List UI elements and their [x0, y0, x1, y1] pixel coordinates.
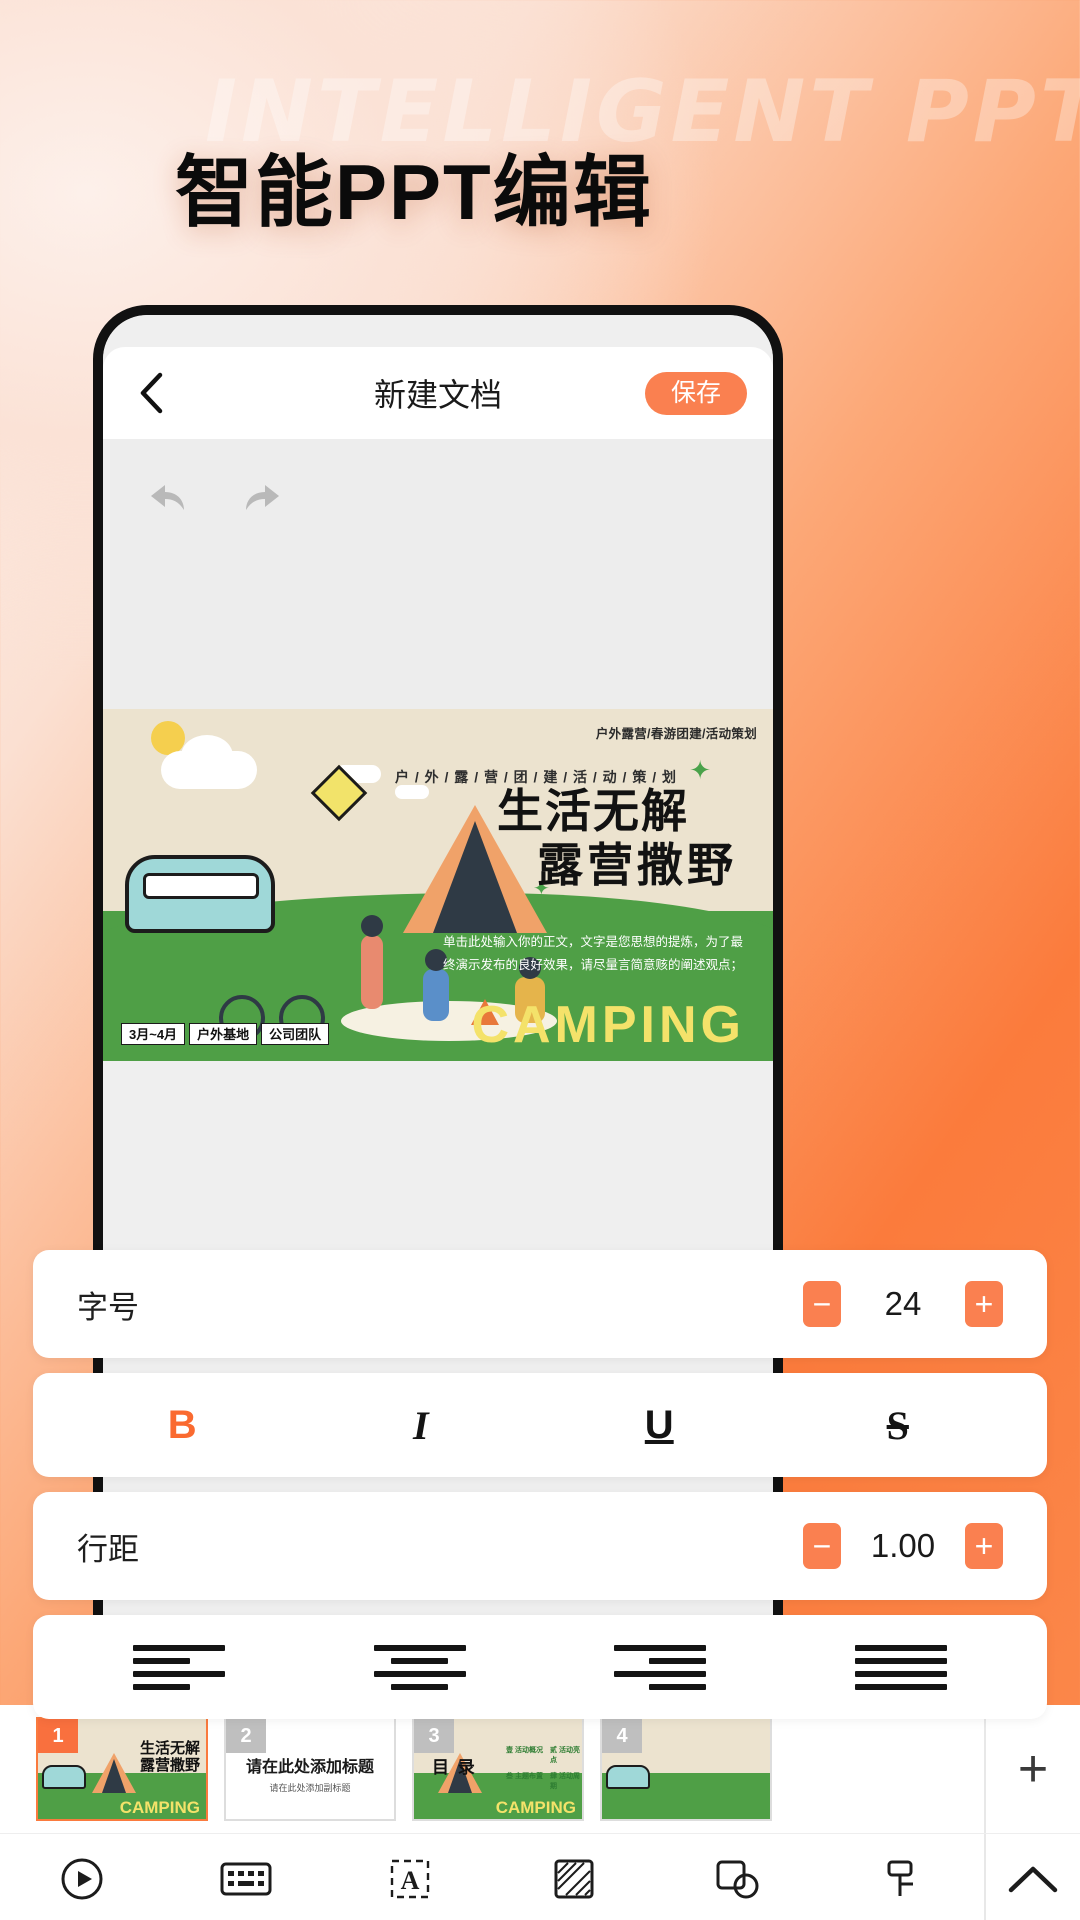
- slide-tag-label: 户外基地: [197, 1027, 250, 1042]
- thumb-tent-door: [102, 1759, 126, 1793]
- tab-keyboard[interactable]: [164, 1860, 328, 1898]
- tab-collapse[interactable]: [984, 1834, 1080, 1920]
- bottom-tab-bar: A: [0, 1833, 1080, 1920]
- chevron-up-icon: [1008, 1866, 1058, 1892]
- slide-subtitle: 户 / 外 / 露 / 营 / 团 / 建 / 活 / 动 / 策 / 划: [394, 769, 677, 785]
- thumbnail-slide-1[interactable]: 生活无解 露营撒野 CAMPING 1: [36, 1717, 208, 1821]
- align-justify-button[interactable]: [854, 1644, 947, 1690]
- font-size-value[interactable]: 24: [841, 1285, 965, 1323]
- thumbnail-slide-3[interactable]: 目 录 壹 活动概况 贰 活动亮点 叁 主题布置 肆 活动周期 CAMPING …: [412, 1717, 584, 1821]
- play-circle-icon: [61, 1858, 103, 1899]
- line-spacing-stepper: − 1.00 +: [803, 1523, 1003, 1569]
- slide-body-text[interactable]: 单击此处输入你的正文，文字是您思想的提炼，为了最终演示发布的良好效果，请尽量言简…: [443, 931, 743, 977]
- line-spacing-decrease-button[interactable]: −: [803, 1523, 841, 1569]
- shape-icon: [716, 1860, 759, 1898]
- thumb-subtitle: 请在此处添加副标题: [269, 1783, 351, 1793]
- thumb-caravan-icon: [606, 1765, 650, 1789]
- thumbnail-slide-4[interactable]: 4: [600, 1717, 772, 1821]
- svg-text:A: A: [401, 1866, 420, 1895]
- thumbnail-number: 4: [602, 1719, 642, 1753]
- sun-icon: [151, 721, 185, 755]
- text-style-row: B I U S: [33, 1373, 1047, 1477]
- tab-play[interactable]: [0, 1856, 164, 1902]
- cloud-icon: [161, 751, 257, 789]
- bold-button[interactable]: B: [134, 1403, 230, 1448]
- thumb-title: 请在此处添加标题: [245, 1759, 374, 1776]
- font-size-label: 字号: [77, 1289, 139, 1325]
- thumb-catalog-item: 壹 活动概况: [506, 1747, 543, 1754]
- font-size-increase-button[interactable]: +: [965, 1281, 1003, 1327]
- tab-background[interactable]: [492, 1856, 656, 1902]
- undo-arrow-icon[interactable]: [141, 476, 189, 524]
- thumb-catalog-title: 目 录: [432, 1758, 477, 1777]
- italic-button[interactable]: I: [373, 1402, 469, 1449]
- thumb-catalog-item: 贰 活动亮点: [550, 1747, 580, 1764]
- line-spacing-value[interactable]: 1.00: [841, 1527, 965, 1565]
- alignment-row: [33, 1615, 1047, 1719]
- thumb-title: 生活无解 露营撒野: [139, 1740, 200, 1775]
- line-spacing-row: 行距 − 1.00 +: [33, 1492, 1047, 1600]
- back-button[interactable]: [129, 371, 173, 415]
- app-navbar: 新建文档 保存: [103, 347, 773, 439]
- person-head: [361, 915, 383, 937]
- slide-title-line2[interactable]: 露营撒野: [537, 840, 737, 891]
- align-right-button[interactable]: [614, 1644, 707, 1690]
- thumbnail-slide-2[interactable]: 请在此处添加标题 请在此处添加副标题 2: [224, 1717, 396, 1821]
- person-figure: [361, 935, 383, 1009]
- align-center-button[interactable]: [373, 1644, 466, 1690]
- edit-toolbar: [103, 439, 773, 561]
- slide-tagline: 户外露营/春游团建/活动策划: [595, 727, 757, 741]
- tab-text[interactable]: A: [328, 1856, 492, 1902]
- thumb-title-line1: 生活无解: [139, 1740, 200, 1757]
- slide-tag: 户外基地: [189, 1023, 258, 1045]
- slide-canvas[interactable]: ✦ ✦ 户外露营/春游团建/活动策划 户 / 外 / 露 / 营 / 团 / 建…: [103, 709, 773, 1061]
- slide-tag-group: 3月~4月 户外基地 公司团队: [121, 1023, 330, 1045]
- underline-button[interactable]: U: [611, 1403, 707, 1448]
- canvas-blank-area: [103, 561, 773, 709]
- font-size-stepper: − 24 +: [803, 1281, 1003, 1327]
- thumbnail-number: 1: [38, 1719, 78, 1753]
- chevron-left-icon: [140, 372, 163, 414]
- thumb-catalog-item: 肆 活动周期: [550, 1773, 580, 1790]
- font-size-decrease-button[interactable]: −: [803, 1281, 841, 1327]
- font-size-row: 字号 − 24 +: [33, 1250, 1047, 1358]
- tab-shape[interactable]: [656, 1856, 820, 1902]
- slide-tag: 公司团队: [261, 1023, 330, 1045]
- caravan-window: [143, 873, 259, 899]
- thumbnail-number: 2: [226, 1719, 266, 1753]
- thumb-caravan-icon: [42, 1765, 86, 1789]
- add-slide-button[interactable]: +: [984, 1705, 1080, 1833]
- slide-tag-label: 3月~4月: [129, 1027, 178, 1042]
- text-box-icon: A: [390, 1859, 430, 1898]
- keyboard-icon: [220, 1862, 272, 1895]
- align-left-button[interactable]: [133, 1644, 226, 1690]
- caravan-illustration: [125, 855, 275, 933]
- slide-camping-text: CAMPING: [471, 996, 745, 1054]
- promo-headline: 智能PPT编辑: [175, 148, 653, 236]
- slide-tag-label: 公司团队: [269, 1027, 322, 1042]
- strikethrough-button[interactable]: S: [850, 1402, 946, 1449]
- thumb-catalog-item: 叁 主题布置: [506, 1773, 543, 1780]
- hatch-square-icon: [554, 1859, 594, 1898]
- thumb-camping-text: CAMPING: [495, 1798, 576, 1817]
- thumb-title-line2: 露营撒野: [139, 1756, 200, 1774]
- tent-door: [433, 821, 517, 933]
- save-button[interactable]: 保存: [644, 371, 747, 415]
- slide-title-line1[interactable]: 生活无解: [497, 786, 689, 837]
- thumb-camping-text: CAMPING: [119, 1798, 200, 1817]
- thumbnail-number: 3: [414, 1719, 454, 1753]
- wrench-icon: [887, 1860, 913, 1896]
- redo-arrow-icon[interactable]: [241, 476, 289, 524]
- line-spacing-increase-button[interactable]: +: [965, 1523, 1003, 1569]
- slide-thumbnail-strip[interactable]: 生活无解 露营撒野 CAMPING 1 请在此处添加标题 请在此处添加副标题 2…: [0, 1705, 1080, 1833]
- cloud-icon: [395, 785, 429, 799]
- sparkle-icon: ✦: [689, 755, 711, 785]
- slide-tag: 3月~4月: [121, 1023, 186, 1045]
- tab-tools[interactable]: [820, 1856, 984, 1902]
- line-spacing-label: 行距: [77, 1531, 139, 1567]
